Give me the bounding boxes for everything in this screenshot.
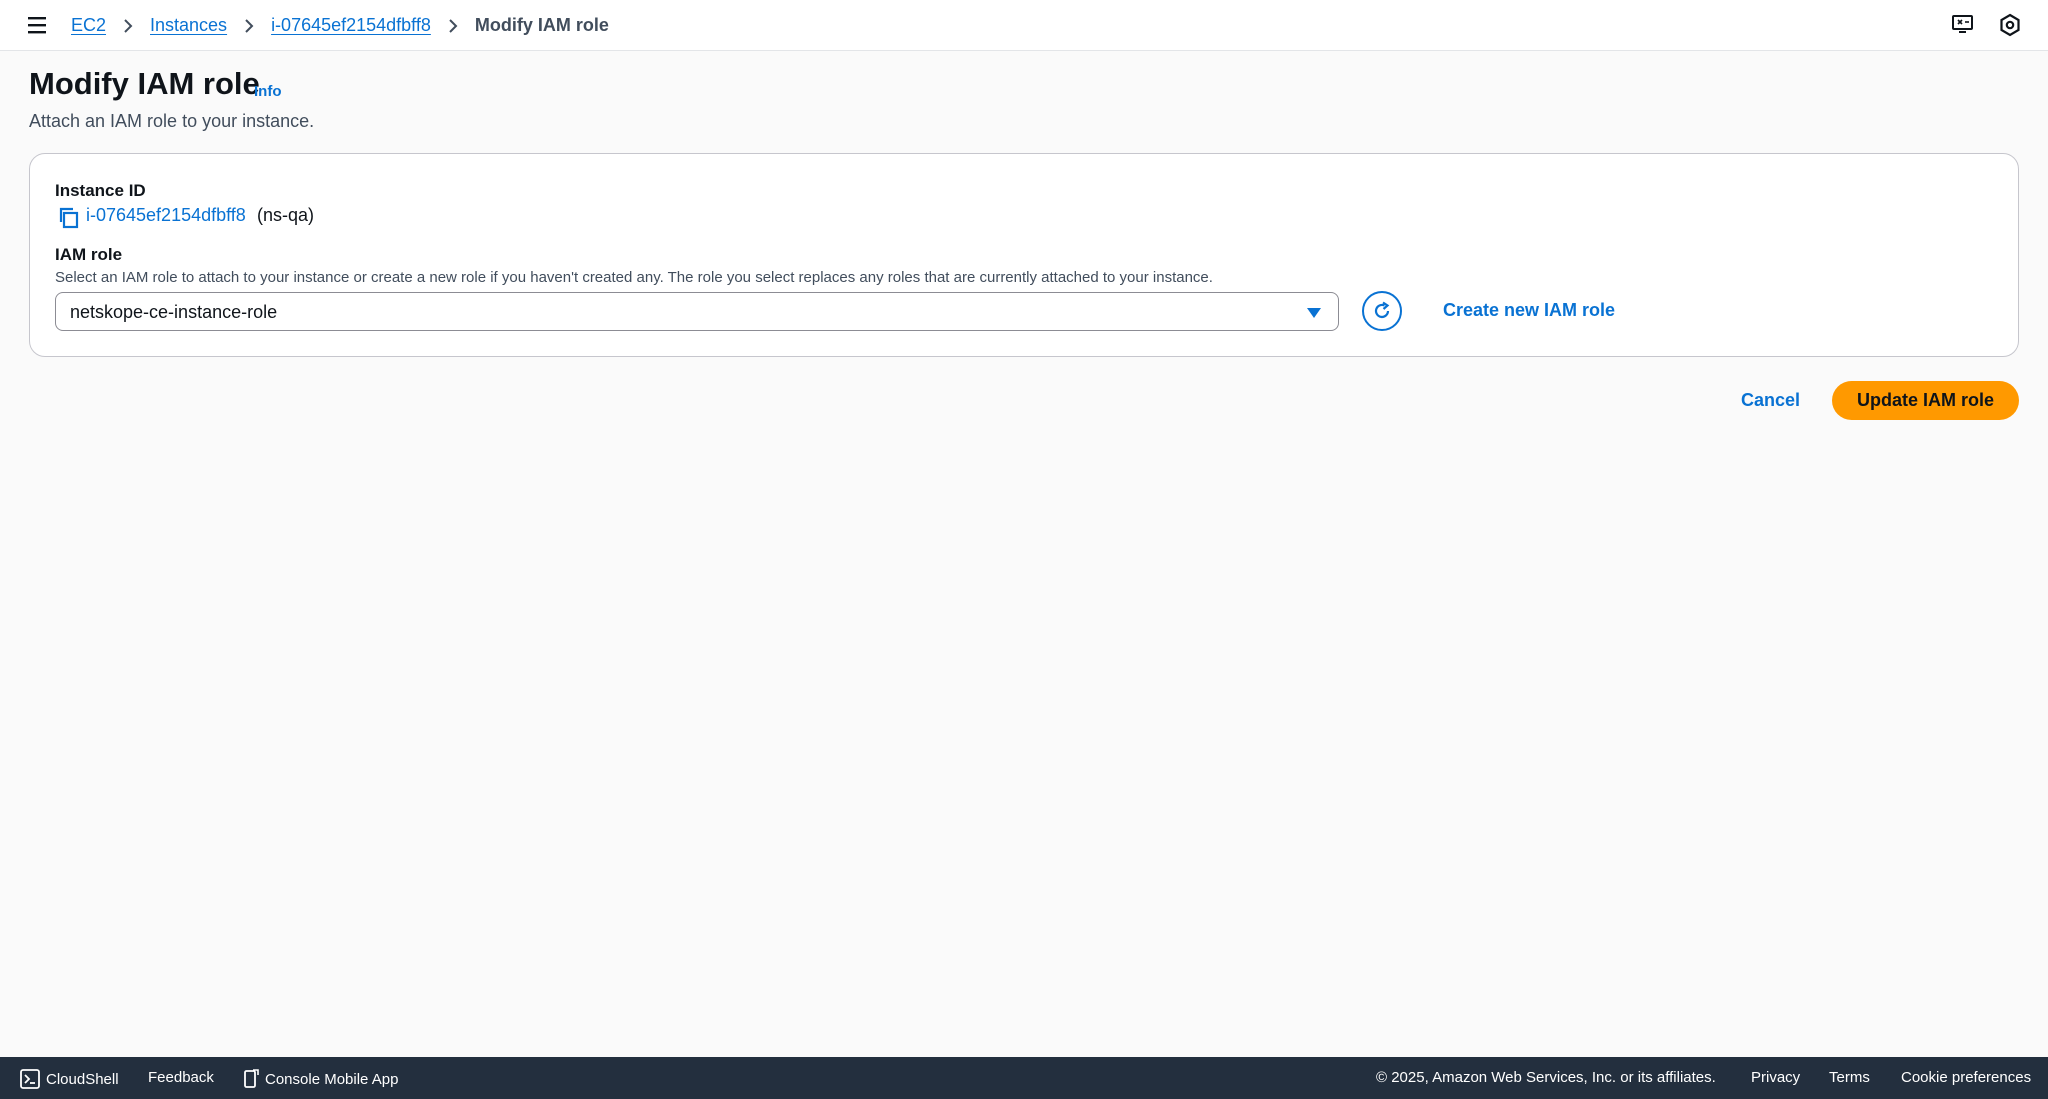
instance-name: (ns-qa)	[257, 205, 315, 225]
instance-id-link[interactable]: i-07645ef2154dfbff8	[86, 205, 246, 226]
info-link[interactable]: Info	[254, 83, 282, 100]
chevron-right-icon	[447, 18, 459, 34]
breadcrumb: EC2 Instances i-07645ef2154dfbff8 Modify…	[71, 0, 609, 51]
cloudshell-icon	[20, 1069, 40, 1089]
terms-link[interactable]: Terms	[1829, 1069, 1870, 1086]
cookie-preferences-link[interactable]: Cookie preferences	[1901, 1069, 2031, 1086]
top-navigation-bar: EC2 Instances i-07645ef2154dfbff8 Modify…	[0, 0, 2048, 51]
console-mobile-app-label: Console Mobile App	[265, 1070, 399, 1088]
breadcrumb-instance-id[interactable]: i-07645ef2154dfbff8	[271, 15, 431, 36]
chevron-right-icon	[243, 18, 255, 34]
hamburger-menu-icon[interactable]	[26, 15, 50, 35]
copy-icon[interactable]	[57, 206, 81, 230]
page-title: Modify IAM role	[29, 66, 260, 101]
iam-role-label: IAM role	[55, 245, 123, 264]
instance-id-label: Instance ID	[55, 181, 146, 200]
iam-role-selected-value: netskope-ce-instance-role	[70, 302, 278, 322]
feedback-screen-icon[interactable]	[1950, 12, 1976, 38]
cancel-button[interactable]: Cancel	[1741, 390, 1800, 411]
breadcrumb-instances[interactable]: Instances	[150, 15, 227, 36]
create-new-iam-role-link[interactable]: Create new IAM role	[1443, 300, 1615, 321]
chevron-right-icon	[122, 18, 134, 34]
update-iam-role-button[interactable]: Update IAM role	[1832, 381, 2019, 420]
iam-role-select[interactable]: netskope-ce-instance-role	[55, 292, 1339, 331]
refresh-button[interactable]	[1362, 291, 1402, 331]
breadcrumb-ec2[interactable]: EC2	[71, 15, 106, 36]
privacy-link[interactable]: Privacy	[1751, 1069, 1800, 1086]
console-mobile-app-link[interactable]: Console Mobile App	[243, 1069, 398, 1089]
feedback-link[interactable]: Feedback	[148, 1069, 214, 1086]
cloudshell-label: CloudShell	[46, 1070, 119, 1088]
refresh-icon	[1374, 301, 1390, 319]
cloudshell-button[interactable]: CloudShell	[20, 1069, 119, 1089]
iam-role-description: Select an IAM role to attach to your ins…	[55, 269, 1213, 286]
copyright-text: © 2025, Amazon Web Services, Inc. or its…	[1376, 1069, 1716, 1086]
page-description: Attach an IAM role to your instance.	[29, 111, 315, 131]
settings-hexagon-icon[interactable]	[1997, 12, 2023, 38]
mobile-phone-icon	[244, 1069, 259, 1088]
caret-down-icon	[1306, 306, 1322, 318]
breadcrumb-current: Modify IAM role	[474, 15, 609, 35]
footer: CloudShell Feedback Console Mobile App ©…	[0, 1057, 2048, 1099]
